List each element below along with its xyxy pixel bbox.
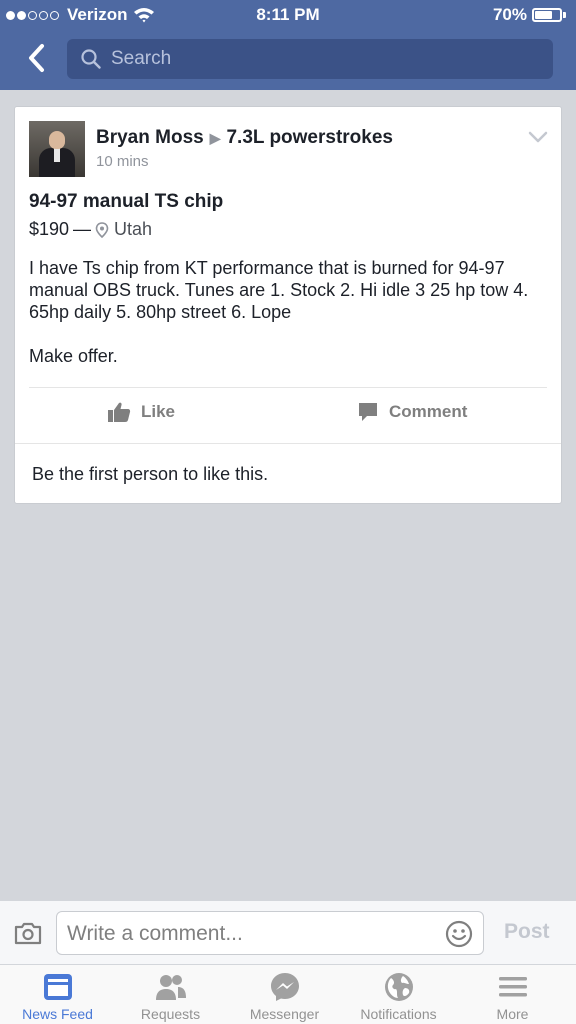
back-button[interactable] <box>18 40 54 76</box>
like-button[interactable]: Like <box>107 401 175 423</box>
tab-messenger[interactable]: Messenger <box>227 965 342 1024</box>
tab-more[interactable]: More <box>455 965 570 1024</box>
tab-label: Requests <box>140 1006 201 1022</box>
search-icon <box>81 49 101 69</box>
post-header: Bryan Moss ▶ 7.3L powerstrokes <box>96 127 393 149</box>
chevron-down-icon[interactable] <box>527 129 549 145</box>
tab-news-feed[interactable]: News Feed <box>0 965 115 1024</box>
post-offer-text: Make offer. <box>29 346 118 366</box>
tab-notifications[interactable]: Notifications <box>341 965 456 1024</box>
battery-percent: 70% <box>492 5 527 24</box>
friend-requests-icon <box>155 975 186 1000</box>
likes-summary[interactable]: Be the first person to like this. <box>32 464 268 485</box>
post-description: I have Ts chip from KT performance that … <box>29 258 529 322</box>
triangle-right-icon: ▶ <box>209 129 221 146</box>
thumbs-up-icon <box>108 402 131 422</box>
post-comment-button[interactable]: Post <box>504 920 550 944</box>
tab-label: Notifications <box>360 1006 437 1022</box>
chevron-left-icon <box>29 44 44 72</box>
tab-label: News Feed <box>22 1006 93 1022</box>
battery-icon <box>532 8 562 22</box>
price-location: $190 — Utah <box>29 219 152 240</box>
listing-title: 94-97 manual TS chip <box>29 191 224 212</box>
post-card: Bryan Moss ▶ 7.3L powerstrokes 10 mins 9… <box>14 106 562 504</box>
listing-location: Utah <box>114 219 153 239</box>
camera-icon[interactable] <box>14 921 42 945</box>
comment-composer: Post <box>0 900 576 964</box>
search-bar[interactable] <box>67 39 553 79</box>
separator-dash: — <box>73 219 92 239</box>
battery-status: 70% <box>493 5 566 25</box>
post-timestamp[interactable]: 10 mins <box>96 153 149 170</box>
news-feed-icon <box>43 974 72 1000</box>
divider <box>15 443 561 444</box>
search-input[interactable] <box>111 48 531 70</box>
menu-icon <box>498 977 527 997</box>
comment-field-wrapper <box>56 911 484 955</box>
comment-input[interactable] <box>67 920 437 948</box>
smiley-icon[interactable] <box>445 920 473 948</box>
like-label: Like <box>141 402 176 421</box>
status-bar: Verizon 8:11 PM 70% <box>0 0 576 30</box>
bottom-tab-bar: News Feed Requests Messenger Notificatio… <box>0 964 576 1024</box>
comment-button[interactable]: Comment <box>357 401 467 423</box>
author-avatar[interactable] <box>29 121 85 177</box>
clock: 8:11 PM <box>256 5 320 24</box>
messenger-icon <box>270 973 299 1001</box>
globe-icon <box>384 973 413 1001</box>
group-name[interactable]: 7.3L powerstrokes <box>226 127 393 149</box>
location-pin-icon <box>95 221 109 238</box>
post-body: I have Ts chip from KT performance that … <box>29 257 551 367</box>
comment-label: Comment <box>389 402 468 421</box>
tab-label: More <box>496 1006 529 1022</box>
divider <box>29 387 547 388</box>
author-name[interactable]: Bryan Moss <box>96 127 204 149</box>
comment-bubble-icon <box>359 403 377 421</box>
tab-label: Messenger <box>249 1006 320 1022</box>
listing-price: $190 <box>29 219 70 239</box>
top-header: Verizon 8:11 PM 70% <box>0 0 576 90</box>
tab-requests[interactable]: Requests <box>113 965 228 1024</box>
